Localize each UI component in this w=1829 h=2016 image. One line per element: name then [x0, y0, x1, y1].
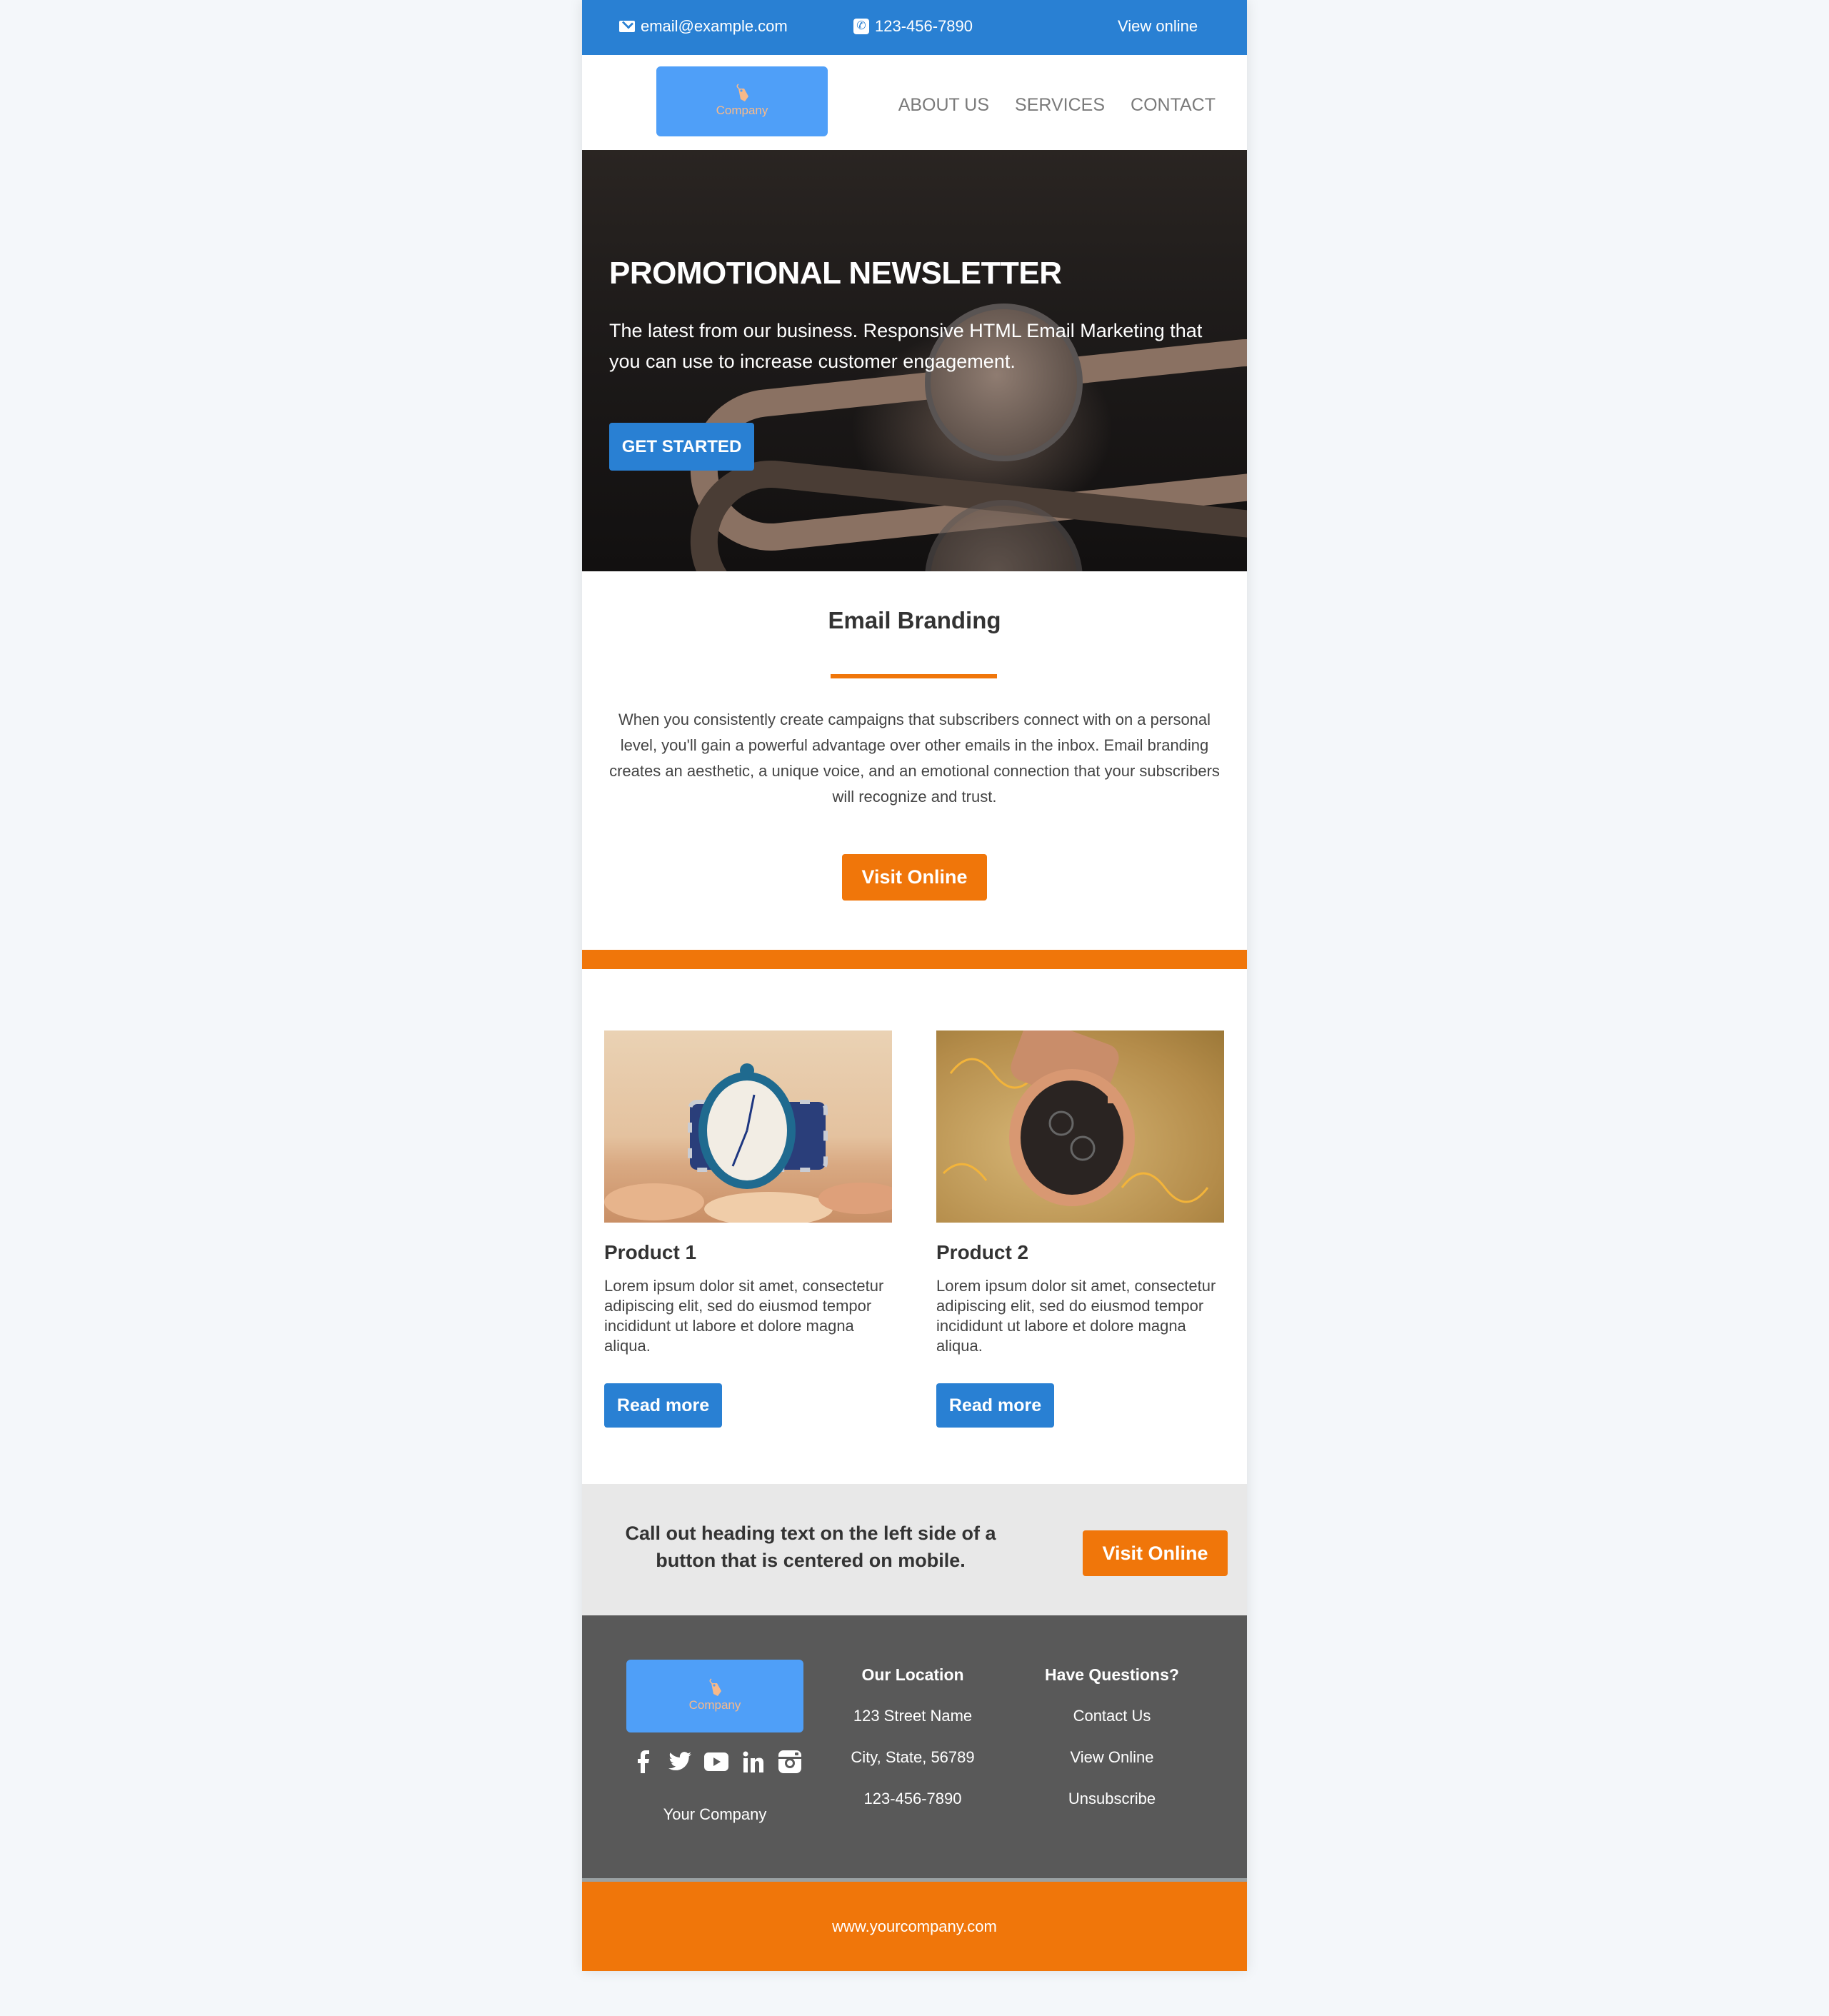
view-online-label[interactable]: View online [1118, 17, 1198, 36]
location-phone: 123-456-7890 [863, 1790, 962, 1807]
website-link[interactable]: www.yourcompany.com [832, 1917, 997, 1935]
phone-icon: ✆ [853, 19, 869, 34]
phone-number[interactable]: 123-456-7890 [875, 17, 973, 36]
branding-title: Email Branding [828, 607, 1001, 633]
hero-subtitle: The latest from our business. Responsive… [609, 320, 1203, 372]
product-1-title: Product 1 [604, 1241, 697, 1263]
hero-title: PROMOTIONAL NEWSLETTER [609, 256, 1062, 291]
footer-view-online-link[interactable]: View Online [1026, 1748, 1198, 1790]
product-2-image[interactable] [936, 1030, 1224, 1223]
nav-link-contact[interactable]: CONTACT [1131, 95, 1216, 116]
callout-heading: Call out heading text on the left side o… [625, 1523, 996, 1571]
social-links [631, 1750, 802, 1774]
footer: Company Your Company Our Location 123 St… [582, 1615, 1247, 1880]
product-1-read-more-button[interactable]: Read more [604, 1383, 722, 1428]
linkedin-icon[interactable] [741, 1750, 766, 1774]
product-2-description: Lorem ipsum dolor sit amet, consectetur … [936, 1277, 1216, 1355]
footer-location-column: Our Location 123 Street Name City, State… [827, 1665, 998, 1831]
product-1-description: Lorem ipsum dolor sit amet, consectetur … [604, 1277, 884, 1355]
blue-watch-illustration [604, 1063, 892, 1223]
hero-banner: PROMOTIONAL NEWSLETTER The latest from o… [582, 150, 1247, 571]
logo-label: Company [716, 104, 768, 117]
orange-divider-bar [582, 950, 1247, 969]
footer-company-name: Your Company [663, 1805, 767, 1823]
navigation-bar: Company ABOUT US SERVICES CONTACT [582, 55, 1247, 150]
top-bar: email@example.com ✆ 123-456-7890 View on… [582, 0, 1247, 55]
view-online-link[interactable]: View online [1118, 17, 1198, 36]
contact-us-link[interactable]: Contact Us [1026, 1707, 1198, 1748]
visit-online-button[interactable]: Visit Online [842, 854, 987, 901]
footer-logo-label: Company [688, 1698, 741, 1712]
mail-icon [619, 21, 635, 32]
website-footer: www.yourcompany.com [582, 1882, 1247, 1971]
product-2-read-more-button[interactable]: Read more [936, 1383, 1054, 1428]
price-tag-icon [736, 84, 748, 101]
product-1-image[interactable] [604, 1030, 892, 1223]
twitter-icon[interactable] [668, 1750, 692, 1774]
questions-heading: Have Questions? [1045, 1665, 1179, 1684]
callout-visit-online-button[interactable]: Visit Online [1083, 1530, 1228, 1576]
location-heading: Our Location [861, 1665, 964, 1684]
nav-links: ABOUT US SERVICES CONTACT [898, 95, 1216, 116]
email-address[interactable]: email@example.com [641, 17, 788, 36]
facebook-icon[interactable] [631, 1750, 655, 1774]
nav-link-services[interactable]: SERVICES [1015, 95, 1105, 116]
footer-company-logo[interactable]: Company [626, 1660, 803, 1732]
product-2-title: Product 2 [936, 1241, 1029, 1263]
company-logo[interactable]: Company [656, 66, 828, 136]
nav-link-about-us[interactable]: ABOUT US [898, 95, 989, 116]
gold-watch-illustration [942, 1030, 1209, 1206]
instagram-icon[interactable] [778, 1750, 802, 1774]
branding-text: When you consistently create campaigns t… [609, 711, 1220, 806]
youtube-icon[interactable] [704, 1750, 728, 1774]
branding-divider [831, 674, 997, 678]
phone-contact[interactable]: ✆ 123-456-7890 [853, 17, 973, 36]
email-contact[interactable]: email@example.com [619, 17, 788, 36]
location-city: City, State, 56789 [851, 1748, 975, 1766]
email-container: email@example.com ✆ 123-456-7890 View on… [582, 0, 1247, 1971]
unsubscribe-link[interactable]: Unsubscribe [1026, 1790, 1198, 1831]
location-street: 123 Street Name [853, 1707, 973, 1725]
footer-questions-column: Have Questions? Contact Us View Online U… [1026, 1665, 1198, 1831]
price-tag-icon [709, 1678, 721, 1696]
get-started-button[interactable]: GET STARTED [609, 423, 754, 471]
callout-section: Call out heading text on the left side o… [582, 1484, 1247, 1615]
